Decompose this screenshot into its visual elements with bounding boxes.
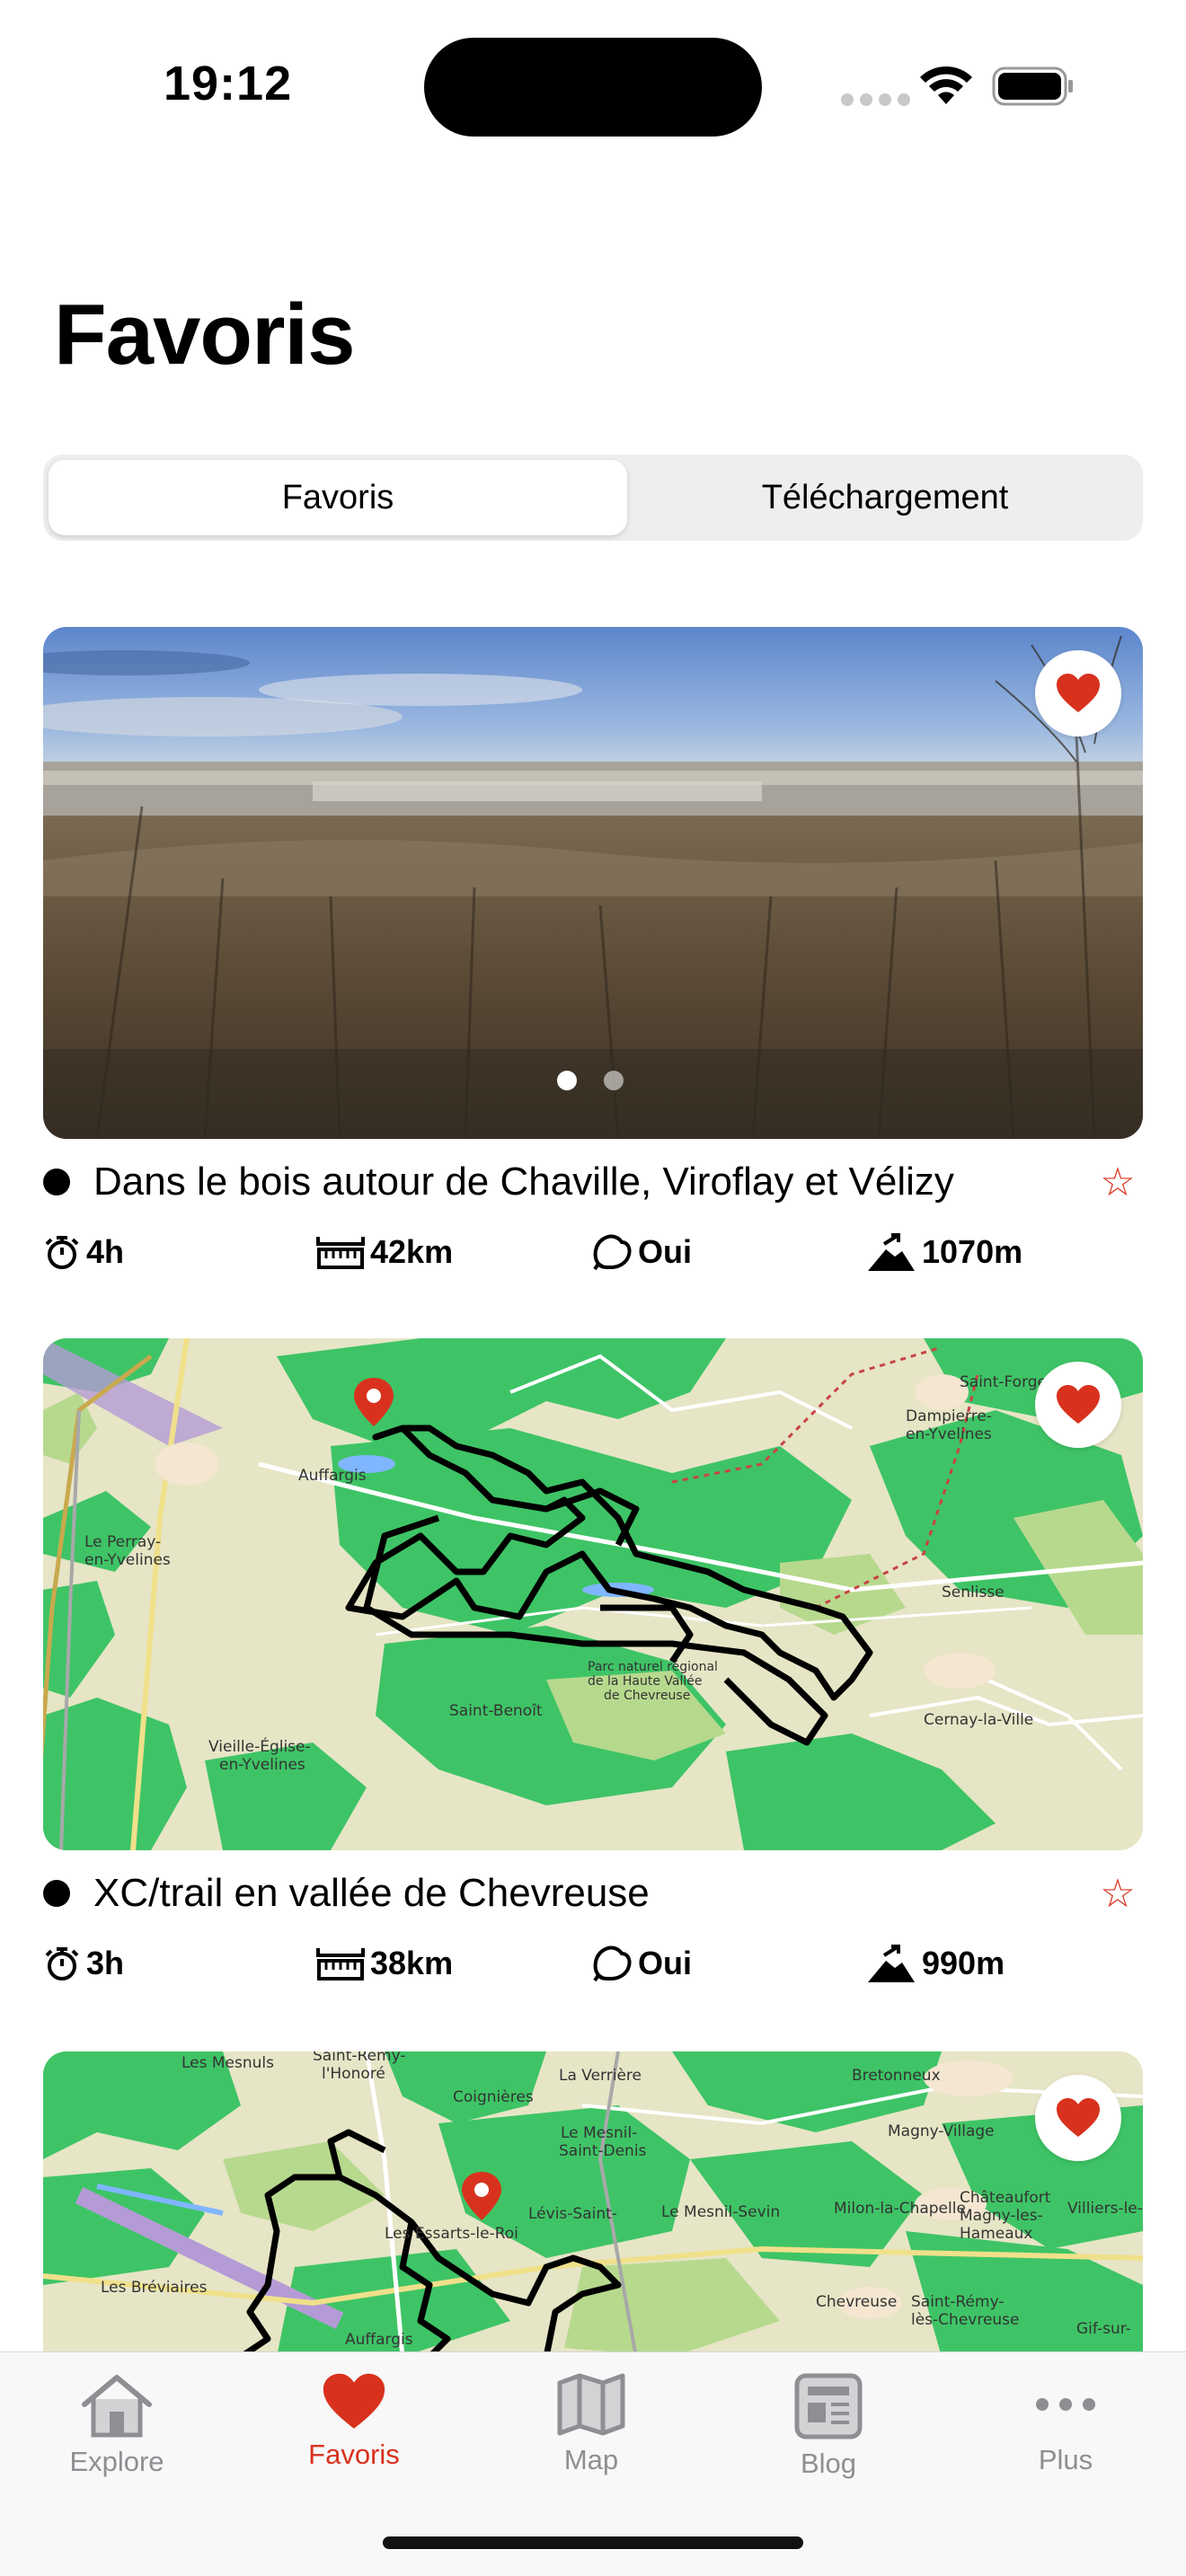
- svg-text:en-Yvelines: en-Yvelines: [906, 1425, 992, 1443]
- stat-duration: 3h: [43, 1938, 124, 1989]
- svg-text:Saint-Benoît: Saint-Benoît: [449, 1702, 543, 1720]
- cellular-signal-icon: [841, 93, 910, 106]
- segment-favoris[interactable]: Favoris: [49, 460, 627, 535]
- svg-text:Magny-les-: Magny-les-: [960, 2207, 1043, 2225]
- elevation-icon: [868, 1945, 915, 1982]
- svg-text:l'Honoré: l'Honoré: [322, 2065, 385, 2083]
- svg-text:Chevreuse: Chevreuse: [816, 2293, 897, 2311]
- svg-text:Bretonneux: Bretonneux: [852, 2067, 941, 2085]
- svg-text:Villiers-le-: Villiers-le-: [1067, 2200, 1143, 2218]
- svg-text:Saint-Denis: Saint-Denis: [559, 2142, 647, 2160]
- loop-icon: [593, 1945, 632, 1982]
- tab-explore[interactable]: Explore: [27, 2372, 207, 2478]
- newspaper-icon: [794, 2373, 863, 2439]
- svg-text:de Chevreuse: de Chevreuse: [604, 1689, 690, 1703]
- route-stats: 4h 42km Oui 1070m: [43, 1227, 1143, 1277]
- svg-text:Hameaux: Hameaux: [960, 2225, 1032, 2243]
- segment-telechargement[interactable]: Téléchargement: [633, 460, 1137, 535]
- battery-icon: [992, 66, 1073, 106]
- tab-plus[interactable]: Plus: [976, 2372, 1155, 2476]
- svg-text:en-Yvelines: en-Yvelines: [84, 1551, 171, 1569]
- svg-text:en-Yvelines: en-Yvelines: [219, 1756, 305, 1774]
- dynamic-island: [424, 38, 762, 137]
- carousel-dots[interactable]: [557, 1071, 624, 1090]
- svg-text:Auffargis: Auffargis: [298, 1467, 367, 1485]
- home-indicator: [383, 2536, 803, 2549]
- heart-icon: [1057, 674, 1100, 712]
- bullet-icon: [43, 1880, 70, 1907]
- star-icon[interactable]: ☆: [1093, 1871, 1143, 1917]
- svg-text:Le Perray-: Le Perray-: [84, 1533, 161, 1551]
- favorite-button[interactable]: [1035, 650, 1121, 737]
- stat-distance: 42km: [316, 1227, 453, 1277]
- map-icon: [557, 2373, 625, 2436]
- svg-text:Le Mesnil-: Le Mesnil-: [561, 2124, 637, 2142]
- loop-icon: [593, 1234, 632, 1271]
- ruler-icon: [316, 1237, 365, 1269]
- svg-text:Parc naturel régional: Parc naturel régional: [588, 1660, 718, 1674]
- favorite-button[interactable]: [1035, 2075, 1121, 2161]
- svg-text:Gif-sur-: Gif-sur-: [1076, 2320, 1131, 2338]
- stat-loop: Oui: [591, 1938, 692, 1989]
- svg-text:Senlisse: Senlisse: [942, 1584, 1005, 1601]
- svg-text:La Verrière: La Verrière: [559, 2067, 642, 2085]
- svg-text:de la Haute Vallée: de la Haute Vallée: [588, 1674, 702, 1689]
- star-icon[interactable]: ☆: [1093, 1160, 1143, 1205]
- svg-text:Le Mesnil-Sevin: Le Mesnil-Sevin: [661, 2203, 780, 2221]
- svg-text:Châteaufort: Châteaufort: [960, 2189, 1051, 2207]
- svg-text:Milon-la-Chapelle: Milon-la-Chapelle: [834, 2200, 966, 2218]
- route-stats: 3h 38km Oui 990m: [43, 1938, 1143, 1989]
- route-map[interactable]: Auffargis Le Perray- en-Yvelines Saint-B…: [43, 1338, 1143, 1850]
- segmented-control: Favoris Téléchargement: [43, 454, 1143, 541]
- svg-text:Dampierre-: Dampierre-: [906, 1407, 992, 1425]
- ruler-icon: [316, 1948, 365, 1981]
- heart-icon: [1057, 2098, 1100, 2137]
- route-title[interactable]: Dans le bois autour de Chaville, Virofla…: [93, 1160, 1093, 1204]
- route-card[interactable]: Dans le bois autour de Chaville, Virofla…: [43, 627, 1143, 1281]
- tab-blog[interactable]: Blog: [739, 2372, 918, 2480]
- elevation-icon: [868, 1233, 915, 1271]
- house-icon: [82, 2375, 152, 2438]
- stat-loop: Oui: [591, 1227, 692, 1277]
- tab-map[interactable]: Map: [501, 2372, 681, 2476]
- stat-distance: 38km: [316, 1938, 453, 1989]
- stopwatch-icon: [45, 1947, 79, 1981]
- stat-elevation: 1070m: [866, 1227, 1022, 1277]
- svg-text:Vieille-Église-: Vieille-Église-: [208, 1736, 311, 1756]
- stopwatch-icon: [45, 1236, 79, 1269]
- route-card[interactable]: Auffargis Le Perray- en-Yvelines Saint-B…: [43, 1338, 1143, 1992]
- route-title[interactable]: XC/trail en vallée de Chevreuse: [93, 1871, 1093, 1916]
- heart-icon: [1057, 1385, 1100, 1424]
- svg-text:lès-Chevreuse: lès-Chevreuse: [911, 2311, 1020, 2329]
- route-photo[interactable]: [43, 627, 1143, 1139]
- svg-text:Les Bréviaires: Les Bréviaires: [101, 2279, 208, 2297]
- svg-text:Lévis-Saint-: Lévis-Saint-: [528, 2205, 617, 2223]
- stat-duration: 4h: [43, 1227, 124, 1277]
- status-bar: 19:12: [0, 0, 1186, 171]
- favorite-button[interactable]: [1035, 1362, 1121, 1448]
- route-card[interactable]: Les Mesnuls Saint-Rémy- l'Honoré Coigniè…: [43, 2051, 1143, 2351]
- route-title-row: Dans le bois autour de Chaville, Virofla…: [43, 1153, 1143, 1211]
- stat-elevation: 990m: [866, 1938, 1005, 1989]
- svg-text:Les Mesnuls: Les Mesnuls: [181, 2054, 274, 2072]
- heart-icon: [323, 2373, 385, 2429]
- wifi-icon: [920, 66, 972, 104]
- status-time: 19:12: [164, 57, 293, 110]
- svg-text:Cernay-la-Ville: Cernay-la-Ville: [924, 1711, 1033, 1729]
- bullet-icon: [43, 1169, 70, 1195]
- route-title-row: XC/trail en vallée de Chevreuse ☆: [43, 1865, 1143, 1922]
- svg-text:Magny-Village: Magny-Village: [888, 2122, 995, 2140]
- svg-text:Coignières: Coignières: [453, 2088, 534, 2106]
- svg-text:Les Essarts-le-Roi: Les Essarts-le-Roi: [385, 2225, 518, 2243]
- tab-favoris[interactable]: Favoris: [264, 2372, 444, 2471]
- svg-text:Saint-Rémy-: Saint-Rémy-: [313, 2051, 405, 2065]
- svg-text:Auffargis: Auffargis: [345, 2331, 413, 2349]
- more-icon: [1036, 2398, 1095, 2411]
- page-title: Favoris: [54, 287, 355, 383]
- route-map[interactable]: Les Mesnuls Saint-Rémy- l'Honoré Coigniè…: [43, 2051, 1143, 2351]
- svg-text:Saint-Rémy-: Saint-Rémy-: [911, 2293, 1004, 2311]
